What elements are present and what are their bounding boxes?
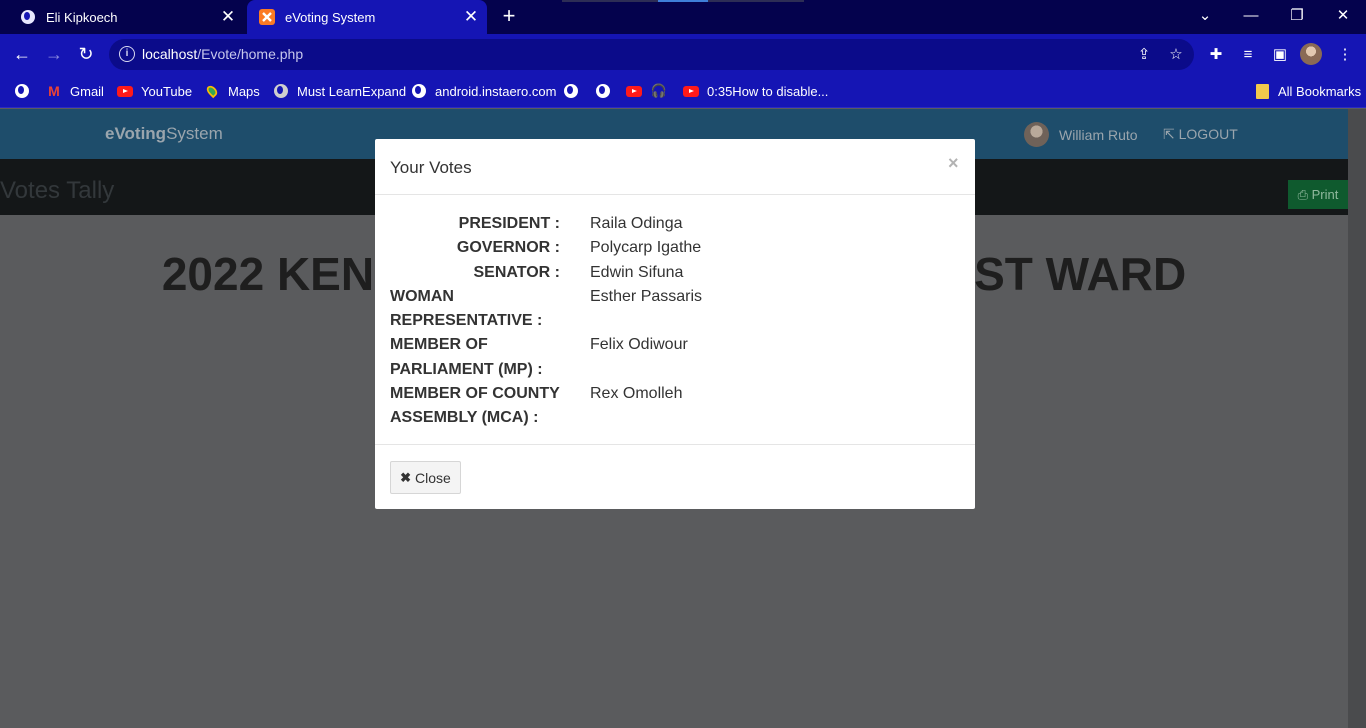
vote-row: MEMBER OF PARLIAMENT (MP) : Felix Odiwou… — [390, 333, 960, 382]
globe-icon — [14, 83, 30, 99]
extensions-icon[interactable]: ✚ — [1205, 44, 1227, 66]
browser-toolbar: ← → ↻ i localhost/Evote/home.php ⇪ ☆ ✚ ≡… — [0, 34, 1366, 74]
modal-title: Your Votes — [390, 158, 472, 177]
vote-row: GOVERNOR : Polycarp Igathe — [390, 236, 960, 260]
bookmarks-bar: M Gmail YouTube Maps Must LearnExpand and… — [0, 74, 1366, 108]
media-control-icon[interactable]: ≡ — [1237, 44, 1259, 66]
close-icon: ✖ — [400, 469, 412, 485]
all-bookmarks[interactable]: All Bookmarks — [1254, 82, 1361, 100]
globe-icon — [20, 9, 36, 25]
position-label: MEMBER OF PARLIAMENT (MP) : — [390, 336, 543, 378]
logout-link[interactable]: ⇱ LOGOUT — [1163, 126, 1238, 143]
new-tab-icon[interactable]: + — [496, 4, 522, 30]
back-icon[interactable]: ← — [8, 40, 36, 68]
tab-title: Eli Kipkoech — [46, 9, 118, 25]
modal-footer: ✖ Close — [375, 444, 975, 509]
bookmark-globe-3[interactable] — [595, 82, 619, 100]
candidate-name: Polycarp Igathe — [590, 239, 702, 257]
forward-icon[interactable]: → — [40, 40, 68, 68]
section-title: Votes Tally — [0, 177, 115, 204]
modal-header: Your Votes × — [375, 139, 975, 195]
menu-kebab-icon[interactable]: ⋮ — [1334, 44, 1356, 66]
share-icon[interactable]: ⇪ — [1134, 45, 1154, 65]
tab-close-icon[interactable]: ✕ — [459, 7, 483, 27]
position-label: MEMBER OF COUNTY ASSEMBLY (MCA) : — [390, 385, 560, 427]
close-window-icon[interactable]: ✕ — [1320, 0, 1366, 30]
bookmark-instaero[interactable]: android.instaero.com — [411, 82, 556, 100]
your-votes-modal: Your Votes × PRESIDENT : Raila Odinga GO… — [375, 139, 975, 509]
logout-icon: ⇱ — [1163, 126, 1179, 142]
minimize-icon[interactable]: — — [1228, 0, 1274, 30]
close-label: Close — [415, 469, 451, 486]
print-button[interactable]: ⎙ Print — [1288, 180, 1348, 209]
position-label: SENATOR : — [473, 263, 560, 281]
bookmark-globe[interactable] — [14, 82, 38, 100]
tab-eli-kipkoech[interactable]: Eli Kipkoech ✕ — [8, 0, 244, 34]
vote-row: PRESIDENT : Raila Odinga — [390, 212, 960, 236]
vote-row: MEMBER OF COUNTY ASSEMBLY (MCA) : Rex Om… — [390, 382, 960, 431]
candidate-name: Raila Odinga — [590, 215, 683, 232]
bookmark-gmail[interactable]: M Gmail — [46, 82, 104, 100]
gmail-icon: M — [48, 83, 60, 99]
bookmark-youtube-video[interactable]: 0:35How to disable... — [683, 82, 828, 100]
profile-avatar-icon[interactable] — [1300, 43, 1322, 65]
site-info-icon[interactable]: i — [119, 46, 135, 62]
address-bar[interactable]: i localhost/Evote/home.php ⇪ ☆ — [109, 39, 1194, 70]
side-panel-icon[interactable]: ▣ — [1269, 44, 1291, 66]
site-icon — [273, 83, 289, 99]
browser-tabstrip: Eli Kipkoech ✕ eVoting System ✕ + ⌄ — ❐ … — [0, 0, 1366, 34]
bookmark-youtube-2[interactable] — [626, 82, 650, 100]
folder-icon — [1254, 83, 1270, 99]
youtube-icon — [117, 83, 133, 99]
bookmark-must-learn[interactable]: Must LearnExpand — [273, 82, 406, 100]
close-button[interactable]: ✖ Close — [390, 461, 461, 494]
candidate-name: Felix Odiwour — [590, 336, 688, 354]
globe-icon — [411, 83, 427, 99]
url-text[interactable]: localhost/Evote/home.php — [142, 46, 303, 62]
position-label: GOVERNOR : — [456, 239, 560, 257]
user-avatar — [1024, 122, 1049, 147]
youtube-icon — [626, 83, 642, 99]
tab-search-indicator — [562, 0, 804, 2]
vote-row: SENATOR : Edwin Sifuna — [390, 261, 960, 285]
maps-icon — [204, 83, 220, 99]
bookmark-globe-2[interactable] — [563, 82, 587, 100]
bookmark-maps[interactable]: Maps — [204, 82, 260, 100]
position-label: PRESIDENT : — [458, 215, 560, 232]
print-icon: ⎙ — [1297, 187, 1312, 202]
tab-evoting-system[interactable]: eVoting System ✕ — [247, 0, 487, 34]
candidate-name: Edwin Sifuna — [590, 263, 684, 281]
candidate-name: Rex Omolleh — [590, 385, 683, 403]
restore-icon[interactable]: ❐ — [1274, 0, 1320, 30]
user-menu[interactable]: William Ruto — [1024, 122, 1138, 147]
candidate-name: Esther Passaris — [590, 287, 703, 305]
tab-close-icon[interactable]: ✕ — [216, 7, 240, 27]
bookmark-star-icon[interactable]: ☆ — [1166, 45, 1186, 65]
reload-icon[interactable]: ↻ — [72, 40, 100, 68]
bookmark-youtube[interactable]: YouTube — [117, 82, 192, 100]
youtube-icon — [683, 83, 699, 99]
globe-icon — [563, 83, 579, 99]
votes-list: PRESIDENT : Raila Odinga GOVERNOR : Poly… — [390, 212, 960, 431]
tab-title: eVoting System — [285, 9, 376, 25]
tab-search-chevron-icon[interactable]: ⌄ — [1182, 0, 1228, 30]
modal-close-icon[interactable]: × — [948, 153, 959, 174]
position-label: WOMAN REPRESENTATIVE : — [390, 287, 543, 330]
headphones-icon: 🎧 — [650, 83, 668, 98]
bookmark-headphones[interactable]: 🎧 — [651, 82, 675, 100]
brand-logo[interactable]: eVotingSystem — [105, 124, 223, 144]
xampp-icon — [259, 9, 275, 25]
globe-icon — [595, 83, 611, 99]
vote-row: WOMAN REPRESENTATIVE : Esther Passaris — [390, 285, 960, 334]
page-scrollbar[interactable] — [1348, 109, 1366, 728]
user-name: William Ruto — [1059, 126, 1138, 143]
